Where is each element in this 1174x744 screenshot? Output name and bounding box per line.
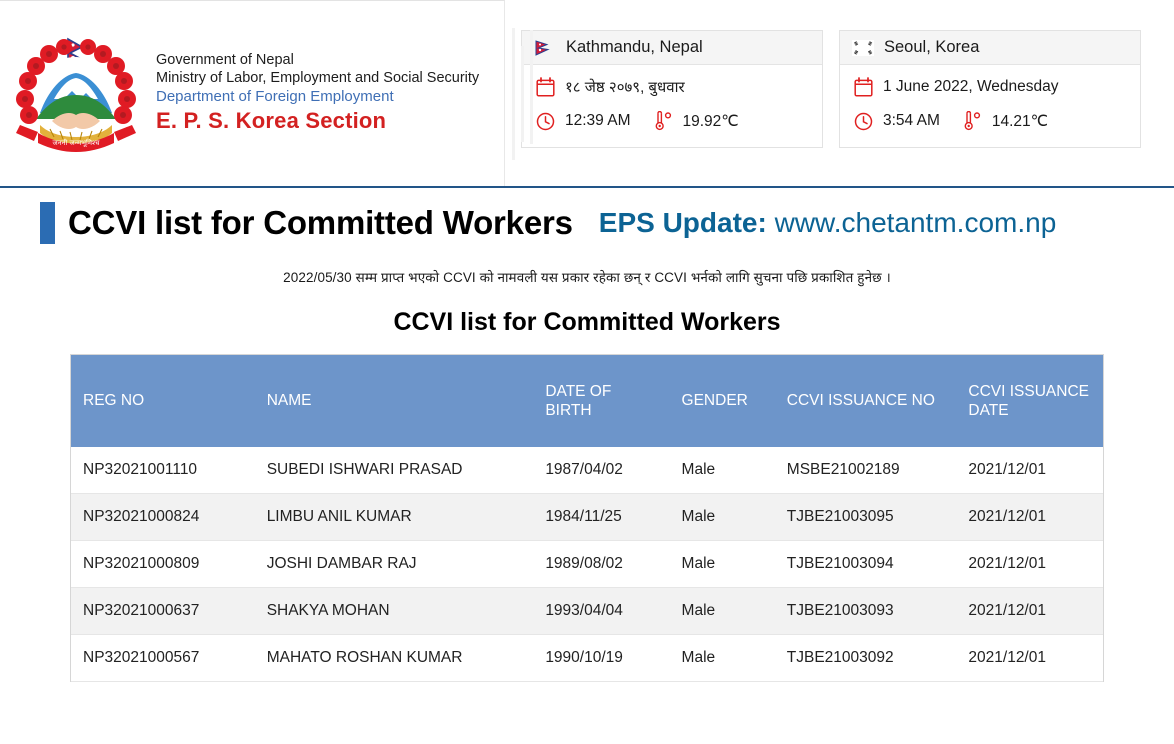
column-header-gender[interactable]: GENDER <box>669 355 775 447</box>
city-card-seoul: Seoul, Korea 1 June 2022, Wednesday 3:54… <box>839 30 1141 148</box>
cell-name: JOSHI DAMBAR RAJ <box>254 540 534 588</box>
masthead: जननी जन्मभूमिश्च Government of Nepal Min… <box>0 0 1174 188</box>
time-value: 12:39 AM <box>565 112 631 129</box>
cell-reg-no: NP32021001110 <box>71 447 255 494</box>
table-title: CCVI list for Committed Workers <box>393 308 781 336</box>
temperature-value: 19.92℃ <box>682 112 739 130</box>
eps-update-label: EPS Update: <box>598 207 767 238</box>
nepal-emblem-icon: जननी जन्मभूमिश्च <box>8 33 144 155</box>
cell-dob: 1990/10/19 <box>533 634 670 682</box>
city-info-cards: Kathmandu, Nepal १८ जेष्ठ २०७९, बुधवार 1… <box>505 0 1141 148</box>
cell-dob: 1984/11/25 <box>533 493 670 541</box>
cell-ccvi-no: MSBE21002189 <box>774 447 957 494</box>
temperature-value: 14.21℃ <box>991 112 1049 130</box>
cell-reg-no: NP32021000637 <box>71 587 255 635</box>
table-row: NP32021001110 SUBEDI ISHWARI PRASAD 1987… <box>71 447 1103 494</box>
cell-name: SHAKYA MOHAN <box>254 587 534 635</box>
time-group: 3:54 AM <box>854 112 940 131</box>
thermometer-icon <box>655 111 671 131</box>
eps-update-url[interactable]: www.chetantm.com.np <box>775 207 1057 238</box>
org-line-department: Department of Foreign Employment <box>156 87 394 105</box>
cell-gender: Male <box>669 634 775 682</box>
calendar-icon <box>854 77 873 97</box>
title-accent-bar <box>40 202 55 244</box>
page-title: CCVI list for Committed Workers <box>68 204 573 241</box>
cell-gender: Male <box>669 493 775 541</box>
city-card-kathmandu: Kathmandu, Nepal १८ जेष्ठ २०७९, बुधवार 1… <box>521 30 823 148</box>
column-header-ccvi-no[interactable]: CCVI ISSUANCE NO <box>774 355 957 447</box>
cell-reg-no: NP32021000567 <box>71 634 255 682</box>
time-temp-row: 12:39 AM 19.92℃ <box>536 111 808 131</box>
column-header-name[interactable]: NAME <box>254 355 534 447</box>
panel-guide-line <box>521 46 524 142</box>
page-title-row: CCVI list for Committed Workers EPS Upda… <box>40 188 1174 244</box>
cell-name: SUBEDI ISHWARI PRASAD <box>254 447 534 494</box>
column-header-reg-no[interactable]: REG NO <box>71 355 255 447</box>
panel-guide-line <box>512 28 515 160</box>
cell-name: MAHATO ROSHAN KUMAR <box>254 634 534 682</box>
date-value: 1 June 2022, Wednesday <box>883 78 1059 95</box>
korea-flag-icon <box>852 39 874 56</box>
city-card-header: Seoul, Korea <box>840 31 1140 65</box>
cell-gender: Male <box>669 447 775 494</box>
org-line-section: E. P. S. Korea Section <box>156 107 387 133</box>
ccvi-table: REG NO NAME DATE OF BIRTH GENDER CCVI IS… <box>71 355 1103 682</box>
cell-ccvi-date: 2021/12/01 <box>956 447 1103 494</box>
org-line-ministry: Ministry of Labor, Employment and Social… <box>156 69 480 86</box>
ccvi-table-container: REG NO NAME DATE OF BIRTH GENDER CCVI IS… <box>70 354 1104 682</box>
eps-update-link[interactable]: EPS Update: www.chetantm.com.np <box>599 207 1056 239</box>
time-temp-row: 3:54 AM 14.21℃ <box>854 111 1126 131</box>
table-row: NP32021000567 MAHATO ROSHAN KUMAR 1990/1… <box>71 634 1103 682</box>
column-header-dob[interactable]: DATE OF BIRTH <box>533 355 670 447</box>
cell-gender: Male <box>669 587 775 635</box>
org-line-government: Government of Nepal <box>156 52 294 69</box>
svg-text:जननी जन्मभूमिश्च: जननी जन्मभूमिश्च <box>53 138 101 147</box>
date-row: १८ जेष्ठ २०७९, बुधवार <box>536 77 808 97</box>
clock-icon <box>536 112 555 130</box>
table-row: NP32021000637 SHAKYA MOHAN 1993/04/04 Ma… <box>71 587 1103 635</box>
clock-icon <box>854 112 873 130</box>
cell-ccvi-no: TJBE21003094 <box>774 540 957 588</box>
organization-text: Government of Nepal Ministry of Labor, E… <box>144 52 479 135</box>
table-row: NP32021000809 JOSHI DAMBAR RAJ 1989/08/0… <box>71 540 1103 588</box>
cell-dob: 1993/04/04 <box>533 587 670 635</box>
temperature-group: 14.21℃ <box>960 111 1048 131</box>
government-identity-panel: जननी जन्मभूमिश्च Government of Nepal Min… <box>0 0 505 186</box>
calendar-icon <box>536 77 555 97</box>
cell-ccvi-date: 2021/12/01 <box>956 540 1103 588</box>
temperature-group: 19.92℃ <box>651 111 739 131</box>
nepal-flag-icon <box>535 39 550 56</box>
main-content: CCVI list for Committed Workers EPS Upda… <box>0 188 1174 682</box>
time-value: 3:54 AM <box>883 112 940 129</box>
notice-text: 2022/05/30 सम्म प्राप्त भएको CCVI को नाम… <box>283 270 891 285</box>
cell-ccvi-date: 2021/12/01 <box>956 634 1103 682</box>
city-card-body: १८ जेष्ठ २०७९, बुधवार 12:39 AM 19.92℃ <box>522 65 822 147</box>
cell-name: LIMBU ANIL KUMAR <box>254 493 534 541</box>
cell-ccvi-no: TJBE21003092 <box>774 634 957 682</box>
table-row: NP32021000824 LIMBU ANIL KUMAR 1984/11/2… <box>71 493 1103 541</box>
cell-dob: 1989/08/02 <box>533 540 670 588</box>
table-head: REG NO NAME DATE OF BIRTH GENDER CCVI IS… <box>71 355 1103 447</box>
table-header-row: REG NO NAME DATE OF BIRTH GENDER CCVI IS… <box>71 355 1103 447</box>
city-name: Seoul, Korea <box>884 38 980 56</box>
panel-guide-line <box>530 30 533 144</box>
time-group: 12:39 AM <box>536 112 631 131</box>
date-value: १८ जेष्ठ २०७९, बुधवार <box>565 79 685 96</box>
city-name: Kathmandu, Nepal <box>566 38 703 56</box>
cell-dob: 1987/04/02 <box>533 447 670 494</box>
cell-ccvi-no: TJBE21003095 <box>774 493 957 541</box>
cell-gender: Male <box>669 540 775 588</box>
cell-reg-no: NP32021000824 <box>71 493 255 541</box>
city-card-header: Kathmandu, Nepal <box>522 31 822 65</box>
thermometer-icon <box>964 111 980 131</box>
cell-ccvi-date: 2021/12/01 <box>956 587 1103 635</box>
cell-ccvi-no: TJBE21003093 <box>774 587 957 635</box>
cell-ccvi-date: 2021/12/01 <box>956 493 1103 541</box>
column-header-ccvi-date[interactable]: CCVI ISSUANCE DATE <box>956 355 1103 447</box>
city-card-body: 1 June 2022, Wednesday 3:54 AM 14.21℃ <box>840 65 1140 147</box>
date-row: 1 June 2022, Wednesday <box>854 77 1126 97</box>
table-body: NP32021001110 SUBEDI ISHWARI PRASAD 1987… <box>71 447 1103 682</box>
cell-reg-no: NP32021000809 <box>71 540 255 588</box>
